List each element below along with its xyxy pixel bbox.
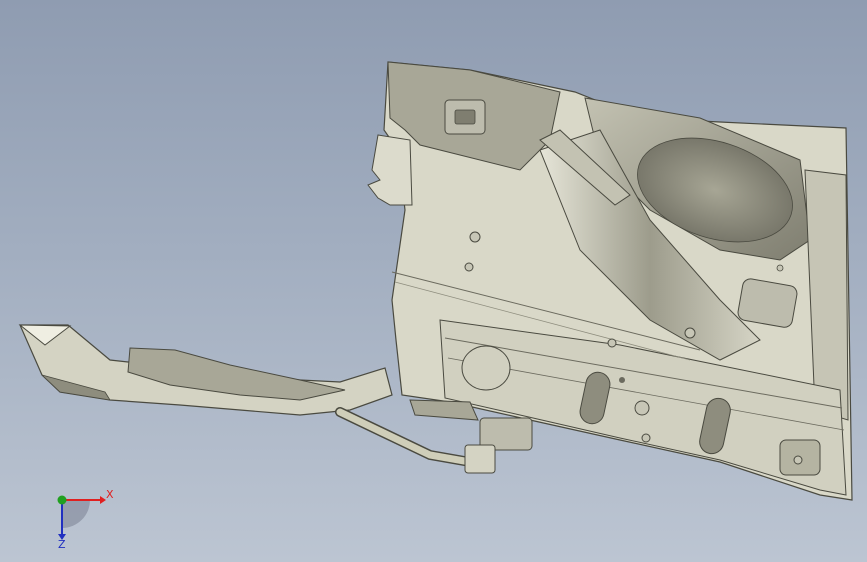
car-floor-panel-model[interactable]: [0, 0, 867, 562]
mount-collar: [464, 444, 496, 474]
hole-1: [469, 231, 481, 243]
x-axis-label: X: [106, 488, 114, 501]
triad-background-quadrant: [62, 500, 90, 528]
hole-8: [793, 455, 803, 465]
hole-7: [641, 433, 651, 443]
hole-2: [464, 262, 474, 272]
rear-bracket-inner: [454, 109, 476, 125]
y-axis-dot-icon: [57, 495, 67, 505]
round-boss[interactable]: [461, 345, 511, 391]
left-flange[interactable]: [367, 134, 413, 206]
z-axis-label: Z: [58, 538, 66, 548]
hole-5: [619, 377, 625, 383]
coordinate-triad: X Z: [57, 488, 114, 548]
hole-9: [776, 264, 784, 272]
hole-6: [634, 400, 650, 416]
cad-3d-viewport[interactable]: X Z: [0, 0, 867, 562]
under-bracket: [409, 399, 479, 421]
hole-4: [684, 327, 696, 339]
floor-bracket[interactable]: [737, 278, 798, 329]
hole-3: [607, 338, 617, 348]
